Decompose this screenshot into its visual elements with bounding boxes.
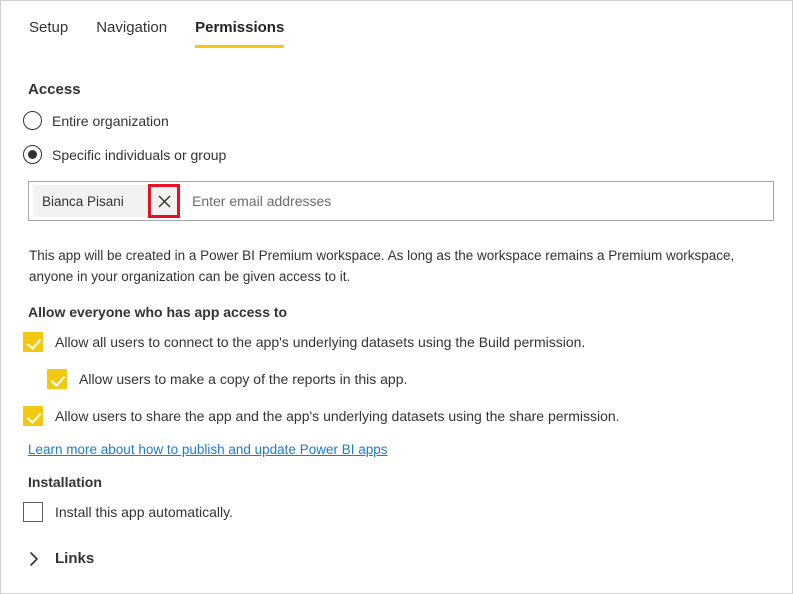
checkbox-copy-reports-label: Allow users to make a copy of the report… <box>79 371 408 387</box>
tab-permissions[interactable]: Permissions <box>195 18 285 48</box>
checkbox-unchecked-icon <box>23 502 43 522</box>
app-permissions-pane: Setup Navigation Permissions Access Enti… <box>0 0 793 594</box>
tab-navigation[interactable]: Navigation <box>96 18 167 48</box>
email-addresses-picker[interactable]: Bianca Pisani <box>28 181 774 221</box>
links-expander[interactable]: Links <box>26 550 94 567</box>
tab-setup[interactable]: Setup <box>29 18 68 48</box>
close-icon[interactable] <box>149 185 179 217</box>
radio-entire-organization-label: Entire organization <box>52 112 169 129</box>
checkbox-copy-reports[interactable]: Allow users to make a copy of the report… <box>47 369 407 389</box>
radio-circle-selected-icon <box>23 145 42 164</box>
tab-strip: Setup Navigation Permissions <box>29 18 312 48</box>
premium-workspace-note: This app will be created in a Power BI P… <box>29 248 735 284</box>
checkbox-share-permission-label: Allow users to share the app and the app… <box>55 408 620 424</box>
radio-specific-individuals[interactable]: Specific individuals or group <box>23 145 226 164</box>
checkbox-build-permission-label: Allow all users to connect to the app's … <box>55 334 586 350</box>
checkbox-share-permission[interactable]: Allow users to share the app and the app… <box>23 406 620 426</box>
learn-more-link[interactable]: Learn more about how to publish and upda… <box>28 442 388 457</box>
checkbox-checked-icon <box>47 369 67 389</box>
installation-heading: Installation <box>28 474 102 490</box>
checkbox-install-automatically[interactable]: Install this app automatically. <box>23 502 233 522</box>
checkbox-checked-icon <box>23 406 43 426</box>
checkbox-checked-icon <box>23 332 43 352</box>
radio-specific-individuals-label: Specific individuals or group <box>52 146 227 163</box>
checkbox-install-automatically-label: Install this app automatically. <box>55 504 233 520</box>
chevron-right-icon <box>26 551 42 567</box>
person-chip[interactable]: Bianca Pisani <box>33 185 179 217</box>
allow-everyone-heading: Allow everyone who has app access to <box>28 304 288 320</box>
checkbox-build-permission[interactable]: Allow all users to connect to the app's … <box>23 332 585 352</box>
radio-circle-icon <box>23 111 42 130</box>
radio-entire-organization[interactable]: Entire organization <box>23 111 169 130</box>
links-expander-label: Links <box>55 550 95 567</box>
email-addresses-input[interactable] <box>179 183 773 219</box>
person-chip-label: Bianca Pisani <box>42 193 124 209</box>
access-heading: Access <box>28 81 81 98</box>
